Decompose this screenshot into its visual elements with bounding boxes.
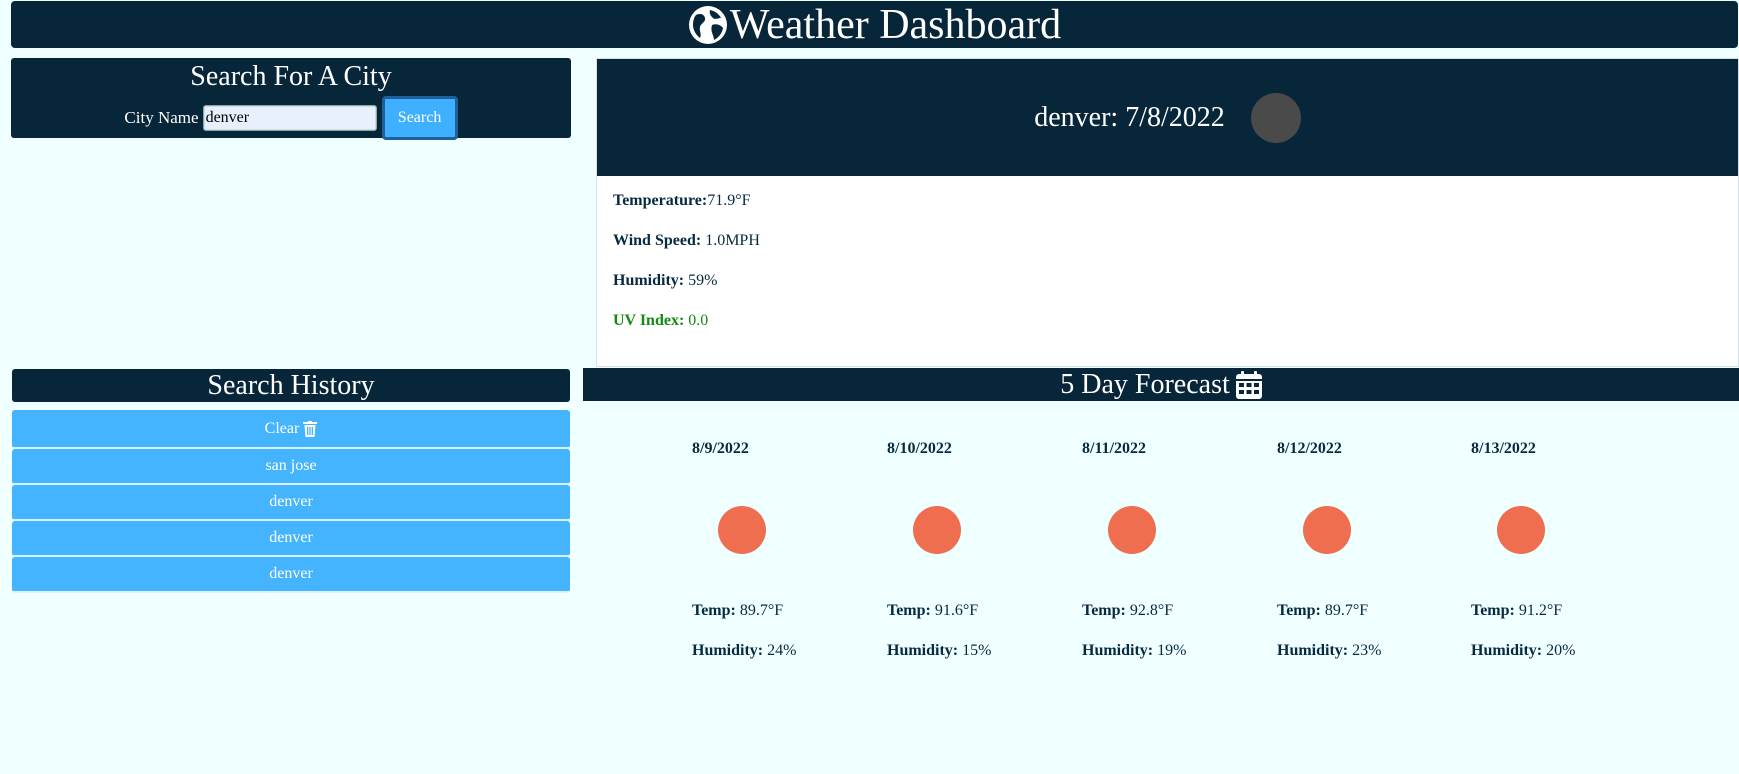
temperature-label: Temperature: — [613, 192, 708, 209]
temperature-row: Temperature:71.9°F — [613, 190, 1722, 212]
forecast-temp: Temp: 89.7°F — [692, 600, 842, 622]
search-history-title: Search History — [12, 369, 570, 402]
temp-value: 89.7°F — [1324, 602, 1369, 619]
weather-icon — [1250, 92, 1301, 143]
forecast-humidity: Humidity: 24% — [692, 640, 842, 662]
humidity-row: Humidity: 59% — [613, 270, 1722, 292]
temp-value: 91.6°F — [934, 602, 979, 619]
search-panel: Search For A City City Name Search — [11, 58, 571, 140]
city-name-label: City Name — [124, 108, 199, 127]
forecast-temp: Temp: 91.2°F — [1471, 600, 1621, 622]
forecast-day: 8/12/2022 Temp: 89.7°F Humidity: 23% — [1277, 440, 1427, 662]
forecast-temp: Temp: 91.6°F — [887, 600, 1037, 622]
page-title: Weather Dashboard — [729, 1, 1062, 48]
humidity-value: 24% — [767, 642, 797, 659]
humidity-label: Humidity: — [887, 642, 959, 659]
history-item[interactable]: san jose — [12, 449, 570, 485]
search-title: Search For A City — [190, 61, 392, 92]
sun-icon — [1108, 506, 1156, 554]
search-history-list: Clear san jose denver denver denver — [12, 410, 570, 593]
current-weather-header: denver: 7/8/2022 — [597, 59, 1738, 176]
current-weather-card: denver: 7/8/2022 Temperature:71.9°F Wind… — [596, 58, 1739, 367]
search-row: City Name Search — [11, 96, 571, 140]
temp-label: Temp: — [887, 602, 931, 619]
uv-value: 0.0 — [684, 312, 709, 329]
humidity-label: Humidity: — [1082, 642, 1154, 659]
forecast-humidity: Humidity: 23% — [1277, 640, 1427, 662]
humidity-value: 20% — [1546, 642, 1576, 659]
humidity-label: Humidity: — [1277, 642, 1349, 659]
forecast-day: 8/11/2022 Temp: 92.8°F Humidity: 19% — [1082, 440, 1232, 662]
humidity-label: Humidity: — [1471, 642, 1543, 659]
forecast-date: 8/12/2022 — [1277, 440, 1342, 457]
forecast-date: 8/9/2022 — [692, 440, 749, 457]
uv-row: UV Index: 0.0 — [613, 310, 1722, 332]
sun-icon — [913, 506, 961, 554]
forecast-title-bar: 5 Day Forecast — [583, 368, 1739, 401]
wind-label: Wind Speed: — [613, 232, 702, 249]
sun-icon — [718, 506, 766, 554]
wind-row: Wind Speed: 1.0MPH — [613, 230, 1722, 252]
humidity-value: 15% — [962, 642, 992, 659]
temp-label: Temp: — [692, 602, 736, 619]
forecast-temp: Temp: 89.7°F — [1277, 600, 1427, 622]
uv-label: UV Index: — [613, 312, 685, 329]
temperature-value: 71.9°F — [707, 192, 751, 209]
humidity-label: Humidity: — [692, 642, 764, 659]
clear-label: Clear — [264, 419, 300, 437]
humidity-value: 23% — [1352, 642, 1382, 659]
temp-value: 91.2°F — [1518, 602, 1563, 619]
forecast-date: 8/13/2022 — [1471, 440, 1536, 457]
wind-value: 1.0MPH — [701, 232, 760, 249]
forecast-day: 8/10/2022 Temp: 91.6°F Humidity: 15% — [887, 440, 1037, 662]
temp-label: Temp: — [1277, 602, 1321, 619]
sun-icon — [1497, 506, 1545, 554]
forecast-day: 8/9/2022 Temp: 89.7°F Humidity: 24% — [692, 440, 842, 662]
sun-icon — [1303, 506, 1351, 554]
humidity-value: 19% — [1157, 642, 1187, 659]
temp-value: 89.7°F — [739, 602, 784, 619]
trash-icon — [303, 420, 318, 437]
forecast-humidity: Humidity: 20% — [1471, 640, 1621, 662]
forecast-humidity: Humidity: 19% — [1082, 640, 1232, 662]
history-item[interactable]: denver — [12, 557, 570, 593]
current-weather-details: Temperature:71.9°F Wind Speed: 1.0MPH Hu… — [597, 176, 1738, 364]
page-header: Weather Dashboard — [11, 1, 1738, 48]
forecast-temp: Temp: 92.8°F — [1082, 600, 1232, 622]
forecast-title: 5 Day Forecast — [1060, 369, 1230, 400]
current-city-date: denver: 7/8/2022 — [1034, 101, 1225, 133]
history-item[interactable]: denver — [12, 485, 570, 521]
forecast-date: 8/10/2022 — [887, 440, 952, 457]
globe-icon — [688, 5, 727, 44]
calendar-icon — [1235, 370, 1262, 399]
forecast-day: 8/13/2022 Temp: 91.2°F Humidity: 20% — [1471, 440, 1621, 662]
temp-label: Temp: — [1471, 602, 1515, 619]
search-button[interactable]: Search — [381, 96, 458, 140]
humidity-value: 59% — [684, 272, 718, 289]
temp-value: 92.8°F — [1129, 602, 1174, 619]
history-item[interactable]: denver — [12, 521, 570, 557]
temp-label: Temp: — [1082, 602, 1126, 619]
city-search-input[interactable] — [202, 105, 377, 131]
forecast-humidity: Humidity: 15% — [887, 640, 1037, 662]
forecast-date: 8/11/2022 — [1082, 440, 1147, 457]
humidity-label: Humidity: — [613, 272, 685, 289]
clear-history-button[interactable]: Clear — [12, 410, 570, 449]
